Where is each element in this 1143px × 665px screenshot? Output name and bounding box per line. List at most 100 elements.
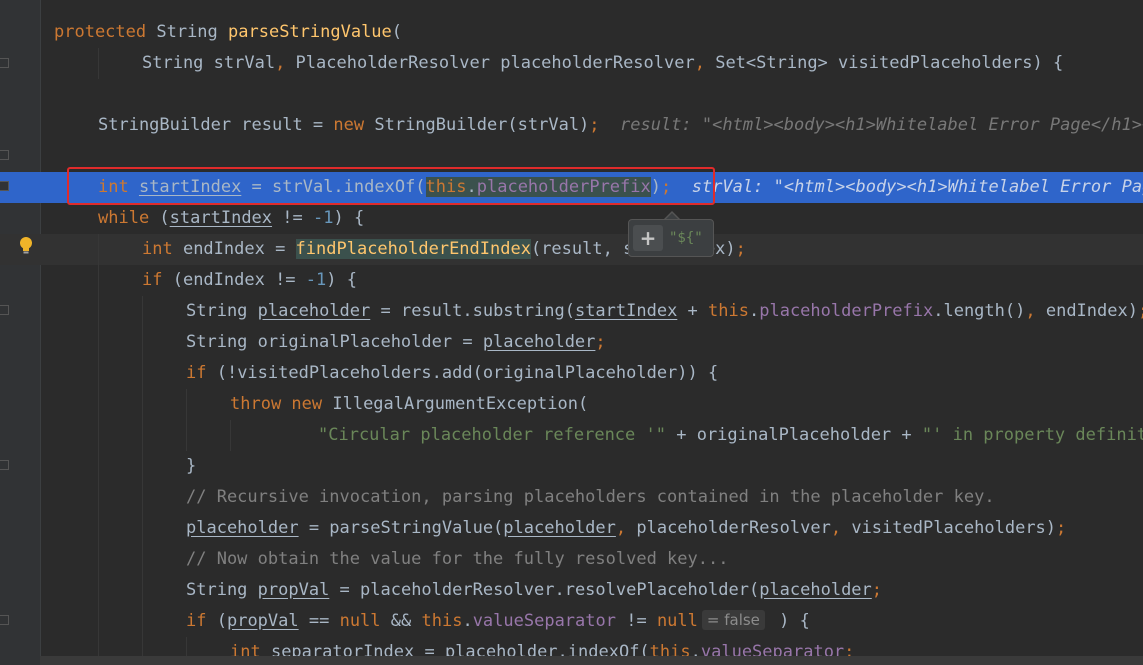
indent-guide (98, 482, 99, 513)
code-token: if (142, 270, 173, 290)
code-token: IllegalArgumentException( (332, 394, 589, 414)
code-line[interactable]: String propVal = placeholderResolver.res… (0, 575, 1143, 606)
tooltip-value: "${" (669, 230, 703, 246)
code-token: if (186, 363, 217, 383)
code-token: (endIndex != (172, 270, 306, 290)
code-text: } (186, 451, 196, 482)
code-token: = result.substring( (370, 301, 575, 321)
code-line[interactable] (0, 79, 1143, 110)
code-token: String (156, 22, 229, 42)
code-line[interactable]: protected String parseStringValue( (0, 17, 1143, 48)
indent-guide (98, 48, 99, 79)
code-line[interactable]: } (0, 451, 1143, 482)
code-token: // Now obtain the value for the fully re… (186, 549, 729, 569)
code-text: // Recursive invocation, parsing placeho… (186, 482, 995, 513)
code-token: && (390, 611, 422, 631)
code-text: String strVal, PlaceholderResolver place… (142, 48, 1063, 79)
code-token: = parseStringValue( (298, 518, 504, 538)
code-token: ; (1056, 518, 1067, 538)
code-text: if (endIndex != -1) { (142, 265, 357, 296)
code-token: this (421, 611, 463, 631)
code-token: != (272, 208, 313, 228)
indent-guide (98, 575, 99, 606)
highlight-annotation-box (67, 167, 715, 205)
code-token: ; (1138, 301, 1143, 321)
code-token: while (98, 208, 160, 228)
code-token: new (333, 115, 375, 135)
code-token: startIndex (574, 301, 678, 321)
code-line[interactable]: String strVal, PlaceholderResolver place… (0, 48, 1143, 79)
code-token: ; (589, 115, 600, 135)
code-token: // Recursive invocation, parsing placeho… (186, 487, 995, 507)
code-editor[interactable]: protected String parseStringValue(String… (0, 0, 1143, 665)
code-line[interactable]: String originalPlaceholder = placeholder… (0, 327, 1143, 358)
horizontal-scrollbar[interactable] (40, 656, 1143, 665)
code-token: findPlaceholderEndIndex (295, 239, 531, 259)
indent-guide (142, 296, 143, 327)
code-line[interactable]: if (endIndex != -1) { (0, 265, 1143, 296)
indent-guide (142, 513, 143, 544)
code-text: protected String parseStringValue( (54, 17, 402, 48)
fold-marker-icon[interactable] (0, 615, 9, 625)
code-token: "' in property definitions" (921, 425, 1143, 445)
code-token: .length() (933, 301, 1026, 321)
code-token: endIndex = (182, 239, 296, 259)
indent-guide (98, 451, 99, 482)
code-token: ) { (333, 208, 365, 228)
indent-guide (98, 234, 99, 265)
code-token: != (626, 611, 657, 631)
fold-marker-icon[interactable] (0, 58, 9, 68)
code-line[interactable]: // Now obtain the value for the fully re… (0, 544, 1143, 575)
code-line[interactable]: // Recursive invocation, parsing placeho… (0, 482, 1143, 513)
code-line[interactable]: throw new IllegalArgumentException( (0, 389, 1143, 420)
code-text: StringBuilder result = new StringBuilder… (98, 110, 1143, 141)
code-token: int (142, 239, 183, 259)
code-token: placeholder (503, 518, 616, 538)
code-token: parseStringValue (228, 22, 392, 42)
code-line[interactable]: placeholder = parseStringValue(placehold… (0, 513, 1143, 544)
indent-guide (142, 482, 143, 513)
indent-guide (98, 327, 99, 358)
value-tooltip-popup: + "${" (628, 219, 714, 257)
code-token: null (339, 611, 391, 631)
code-token: valueSeparator (472, 611, 627, 631)
code-token: Set<String> visitedPlaceholders) { (715, 53, 1064, 73)
code-line[interactable]: if (propVal == null && this.valueSeparat… (0, 606, 1143, 637)
code-text: if (!visitedPlaceholders.add(originalPla… (186, 358, 718, 389)
code-token: , (1025, 301, 1046, 321)
code-token: , (615, 518, 637, 538)
code-token: PlaceholderResolver placeholderResolver (295, 53, 695, 73)
code-text: if (propVal == null && this.valueSeparat… (186, 606, 810, 637)
code-token: null (656, 611, 698, 631)
code-token: . (462, 611, 473, 631)
code-token: == (298, 611, 340, 631)
lightbulb-icon[interactable] (19, 236, 33, 256)
code-token: visitedPlaceholders) (851, 518, 1057, 538)
indent-guide (142, 358, 143, 389)
code-token: startIndex (169, 208, 273, 228)
code-text: String placeholder = result.substring(st… (186, 296, 1143, 327)
indent-guide (186, 389, 187, 420)
code-line[interactable]: int endIndex = findPlaceholderEndIndex(r… (0, 234, 1143, 265)
indent-guide (98, 265, 99, 296)
code-token: placeholder (257, 301, 371, 321)
code-line[interactable]: StringBuilder result = new StringBuilder… (0, 110, 1143, 141)
code-line[interactable]: if (!visitedPlaceholders.add(originalPla… (0, 358, 1143, 389)
code-token: placeholder (186, 518, 299, 538)
fold-marker-icon[interactable] (0, 305, 9, 315)
code-token: protected (54, 22, 157, 42)
fold-marker-icon[interactable] (0, 181, 9, 191)
code-token: -1 (305, 270, 327, 290)
code-token: if (186, 611, 217, 631)
fold-marker-icon[interactable] (0, 150, 9, 160)
inline-value-hint: = false (701, 610, 765, 630)
code-line[interactable]: String placeholder = result.substring(st… (0, 296, 1143, 327)
code-text: // Now obtain the value for the fully re… (186, 544, 728, 575)
plus-icon[interactable]: + (635, 225, 661, 251)
indent-guide (230, 420, 231, 451)
code-token: ) { (768, 611, 810, 631)
code-line[interactable]: "Circular placeholder reference '" + ori… (0, 420, 1143, 451)
code-line[interactable]: while (startIndex != -1) { (0, 203, 1143, 234)
code-token: + (677, 301, 709, 321)
fold-marker-icon[interactable] (0, 460, 9, 470)
